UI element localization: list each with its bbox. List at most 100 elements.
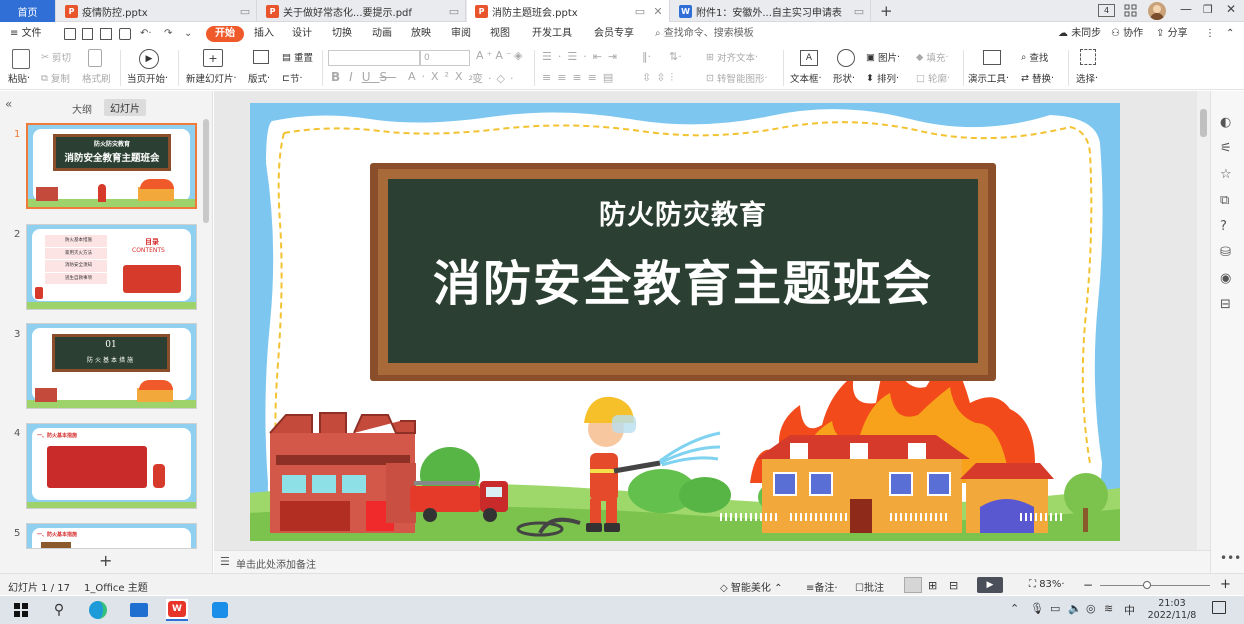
replace-button[interactable]: ⇄ 替换 · [1021, 71, 1054, 86]
comment-button[interactable]: ☐批注 [855, 579, 884, 594]
shape-button[interactable]: 形状 · [833, 71, 855, 86]
style-icon[interactable]: ◐ [1220, 115, 1236, 131]
settings-sliders-icon[interactable]: ⚟ [1220, 141, 1236, 157]
tab-document-2[interactable]: P 关于做好常态化...要提示.pdf ▭ [258, 0, 466, 22]
layout-icon[interactable] [253, 50, 269, 64]
grid-apps-icon[interactable] [1124, 4, 1137, 17]
present-tool-icon[interactable] [983, 50, 1001, 65]
location-icon[interactable]: ◉ [1220, 271, 1236, 287]
notes-toggle-button[interactable]: ≡备注· [806, 579, 838, 594]
save-icon[interactable] [64, 28, 76, 40]
collab-button[interactable]: ⚇ 协作 [1111, 26, 1143, 42]
font-style-icons[interactable]: BIUS [331, 70, 396, 84]
blue-app-icon[interactable] [209, 599, 231, 621]
print-icon[interactable] [100, 28, 112, 40]
collapse-ribbon-icon[interactable]: ⌃ [1226, 26, 1234, 42]
layout-button[interactable]: 版式 · [248, 71, 270, 86]
redo-icon[interactable]: ↷ [164, 26, 172, 42]
zoom-in-icon[interactable]: + [1220, 577, 1231, 592]
paste-button[interactable]: 粘贴 · [8, 71, 30, 86]
microphone-icon[interactable]: 🎙 [1030, 602, 1044, 615]
slide-thumbnail-3[interactable]: 01 防火基本措施 [26, 323, 197, 409]
clear-format-icon[interactable]: ◈ [514, 49, 522, 62]
tab-outline[interactable]: 大纲 [72, 101, 92, 116]
transition-icon[interactable]: ⧉ [1220, 193, 1236, 209]
close-icon[interactable]: ✕ [651, 4, 665, 18]
wifi-icon[interactable]: ≋ [1104, 602, 1113, 615]
slide-title-small[interactable]: 防火防灾教育 [388, 193, 978, 232]
print-preview-icon[interactable] [119, 28, 131, 40]
search-icon[interactable]: ⚲ [48, 599, 70, 621]
normal-view-icon[interactable] [904, 577, 922, 593]
add-slide-plus-icon[interactable]: + [99, 551, 112, 570]
export-icon[interactable] [82, 28, 93, 40]
tab-review[interactable]: 审阅 [451, 26, 471, 42]
current-slide[interactable]: 防火防灾教育 消防安全教育主题班会 [250, 103, 1120, 541]
tab-animation[interactable]: 动画 [372, 26, 392, 42]
zoom-out-icon[interactable]: − [1083, 578, 1093, 592]
canvas-vertical-scrollbar[interactable] [1197, 91, 1210, 550]
tab-member[interactable]: 会员专享 [594, 26, 634, 42]
volume-icon[interactable]: 🔈 [1068, 602, 1082, 615]
panel-scrollbar[interactable] [203, 119, 209, 223]
window-close-icon[interactable]: ✕ [1226, 2, 1236, 16]
wps-office-icon[interactable]: W [166, 599, 188, 621]
tab-slideshow[interactable]: 放映 [411, 26, 431, 42]
char-spacing-highlight-icons[interactable]: 变·◇· [472, 70, 518, 86]
more-chevron-icon[interactable]: ⌄ [184, 26, 192, 42]
smart-beautify-button[interactable]: ◇ 智能美化 ⌃ [720, 579, 782, 594]
text-direction-icon[interactable]: ⇅· [669, 50, 682, 63]
new-slide-icon[interactable]: + [203, 49, 223, 67]
slide-thumbnail-1[interactable]: 防火防灾教育 消防安全教育主题班会 [26, 123, 197, 209]
list-indent-icons[interactable]: ☰·☰·⇤⇥ [542, 50, 623, 63]
ime-indicator[interactable]: 中 [1124, 602, 1135, 618]
avatar[interactable] [1148, 2, 1166, 20]
share-button[interactable]: ⇪ 分享 [1156, 26, 1188, 42]
columns-icons[interactable]: ⇳⇳⫶ [642, 71, 678, 85]
edge-browser-icon[interactable] [87, 599, 109, 621]
window-count-badge[interactable]: 4 [1098, 4, 1115, 17]
textbox-button[interactable]: 文本框 · [790, 71, 822, 86]
collapse-panel-icon[interactable]: « [5, 97, 12, 111]
copy-button[interactable]: ⧉ 复制 [41, 71, 70, 86]
notification-icon[interactable] [1212, 601, 1226, 614]
tab-transition[interactable]: 切换 [332, 26, 352, 42]
more-icon[interactable]: ••• [1220, 551, 1241, 567]
network-icon[interactable]: ◎ [1086, 602, 1096, 615]
find-button[interactable]: ⌕ 查找 [1021, 50, 1048, 65]
shape-icon[interactable] [837, 49, 855, 67]
select-icon[interactable] [1080, 49, 1096, 65]
tab-document-3-active[interactable]: P 消防主题班会.pptx ▭ ✕ [467, 0, 670, 22]
minimize-icon[interactable]: — [1180, 2, 1192, 16]
command-search[interactable]: ⌕ 查找命令、搜索模板 [655, 26, 754, 42]
zoom-slider-track[interactable] [1100, 585, 1210, 586]
present-tool-button[interactable]: 演示工具 · [968, 71, 1009, 86]
outline-button[interactable]: □ 轮廓 · [916, 71, 950, 86]
tab-document-4[interactable]: W 附件1：安徽外...自主实习申请表 ▭ [671, 0, 871, 22]
slide-thumbnail-2[interactable]: 防火基本措施 家用灭火方法 消防安全须知 逃生自救事项 目录 CONTENTS [26, 224, 197, 310]
textbox-icon[interactable]: A [800, 50, 818, 66]
tray-expand-icon[interactable]: ⌃ [1010, 602, 1019, 615]
tab-view[interactable]: 视图 [490, 26, 510, 42]
tab-slides[interactable]: 幻灯片 [104, 99, 146, 116]
book-icon[interactable]: ⊟ [1220, 297, 1236, 313]
select-button[interactable]: 选择 · [1076, 71, 1098, 86]
font-color-superscript-icons[interactable]: A·X²X₂ [408, 70, 479, 83]
reading-view-icon[interactable]: ⊟ [949, 579, 958, 592]
tab-design[interactable]: 设计 [292, 26, 312, 42]
more-options-icon[interactable]: ⋮ [1205, 26, 1215, 42]
help-icon[interactable]: ? [1220, 219, 1236, 235]
arrange-button[interactable]: ⬍ 排列 · [866, 71, 899, 86]
smart-art-button[interactable]: ⊡ 转智能图形 · [706, 71, 768, 86]
slide-thumbnail-5[interactable]: 一、防火基本措施 [26, 523, 197, 549]
tab-start[interactable]: 开始 [206, 26, 244, 42]
paragraph-align-icons[interactable]: ≡≡≡≡▤ [542, 71, 619, 84]
play-from-current-button[interactable]: 当页开始 · [127, 71, 168, 86]
slide-title-big[interactable]: 消防安全教育主题班会 [388, 244, 978, 314]
play-icon[interactable]: ▶ [139, 49, 159, 69]
undo-icon[interactable]: ↶· [140, 26, 152, 42]
restore-icon[interactable]: ❐ [1203, 3, 1213, 16]
sync-status[interactable]: ☁ 未同步 [1058, 26, 1101, 42]
tab-developer[interactable]: 开发工具 [532, 26, 572, 42]
file-menu[interactable]: ≡ 文件 [10, 26, 42, 42]
